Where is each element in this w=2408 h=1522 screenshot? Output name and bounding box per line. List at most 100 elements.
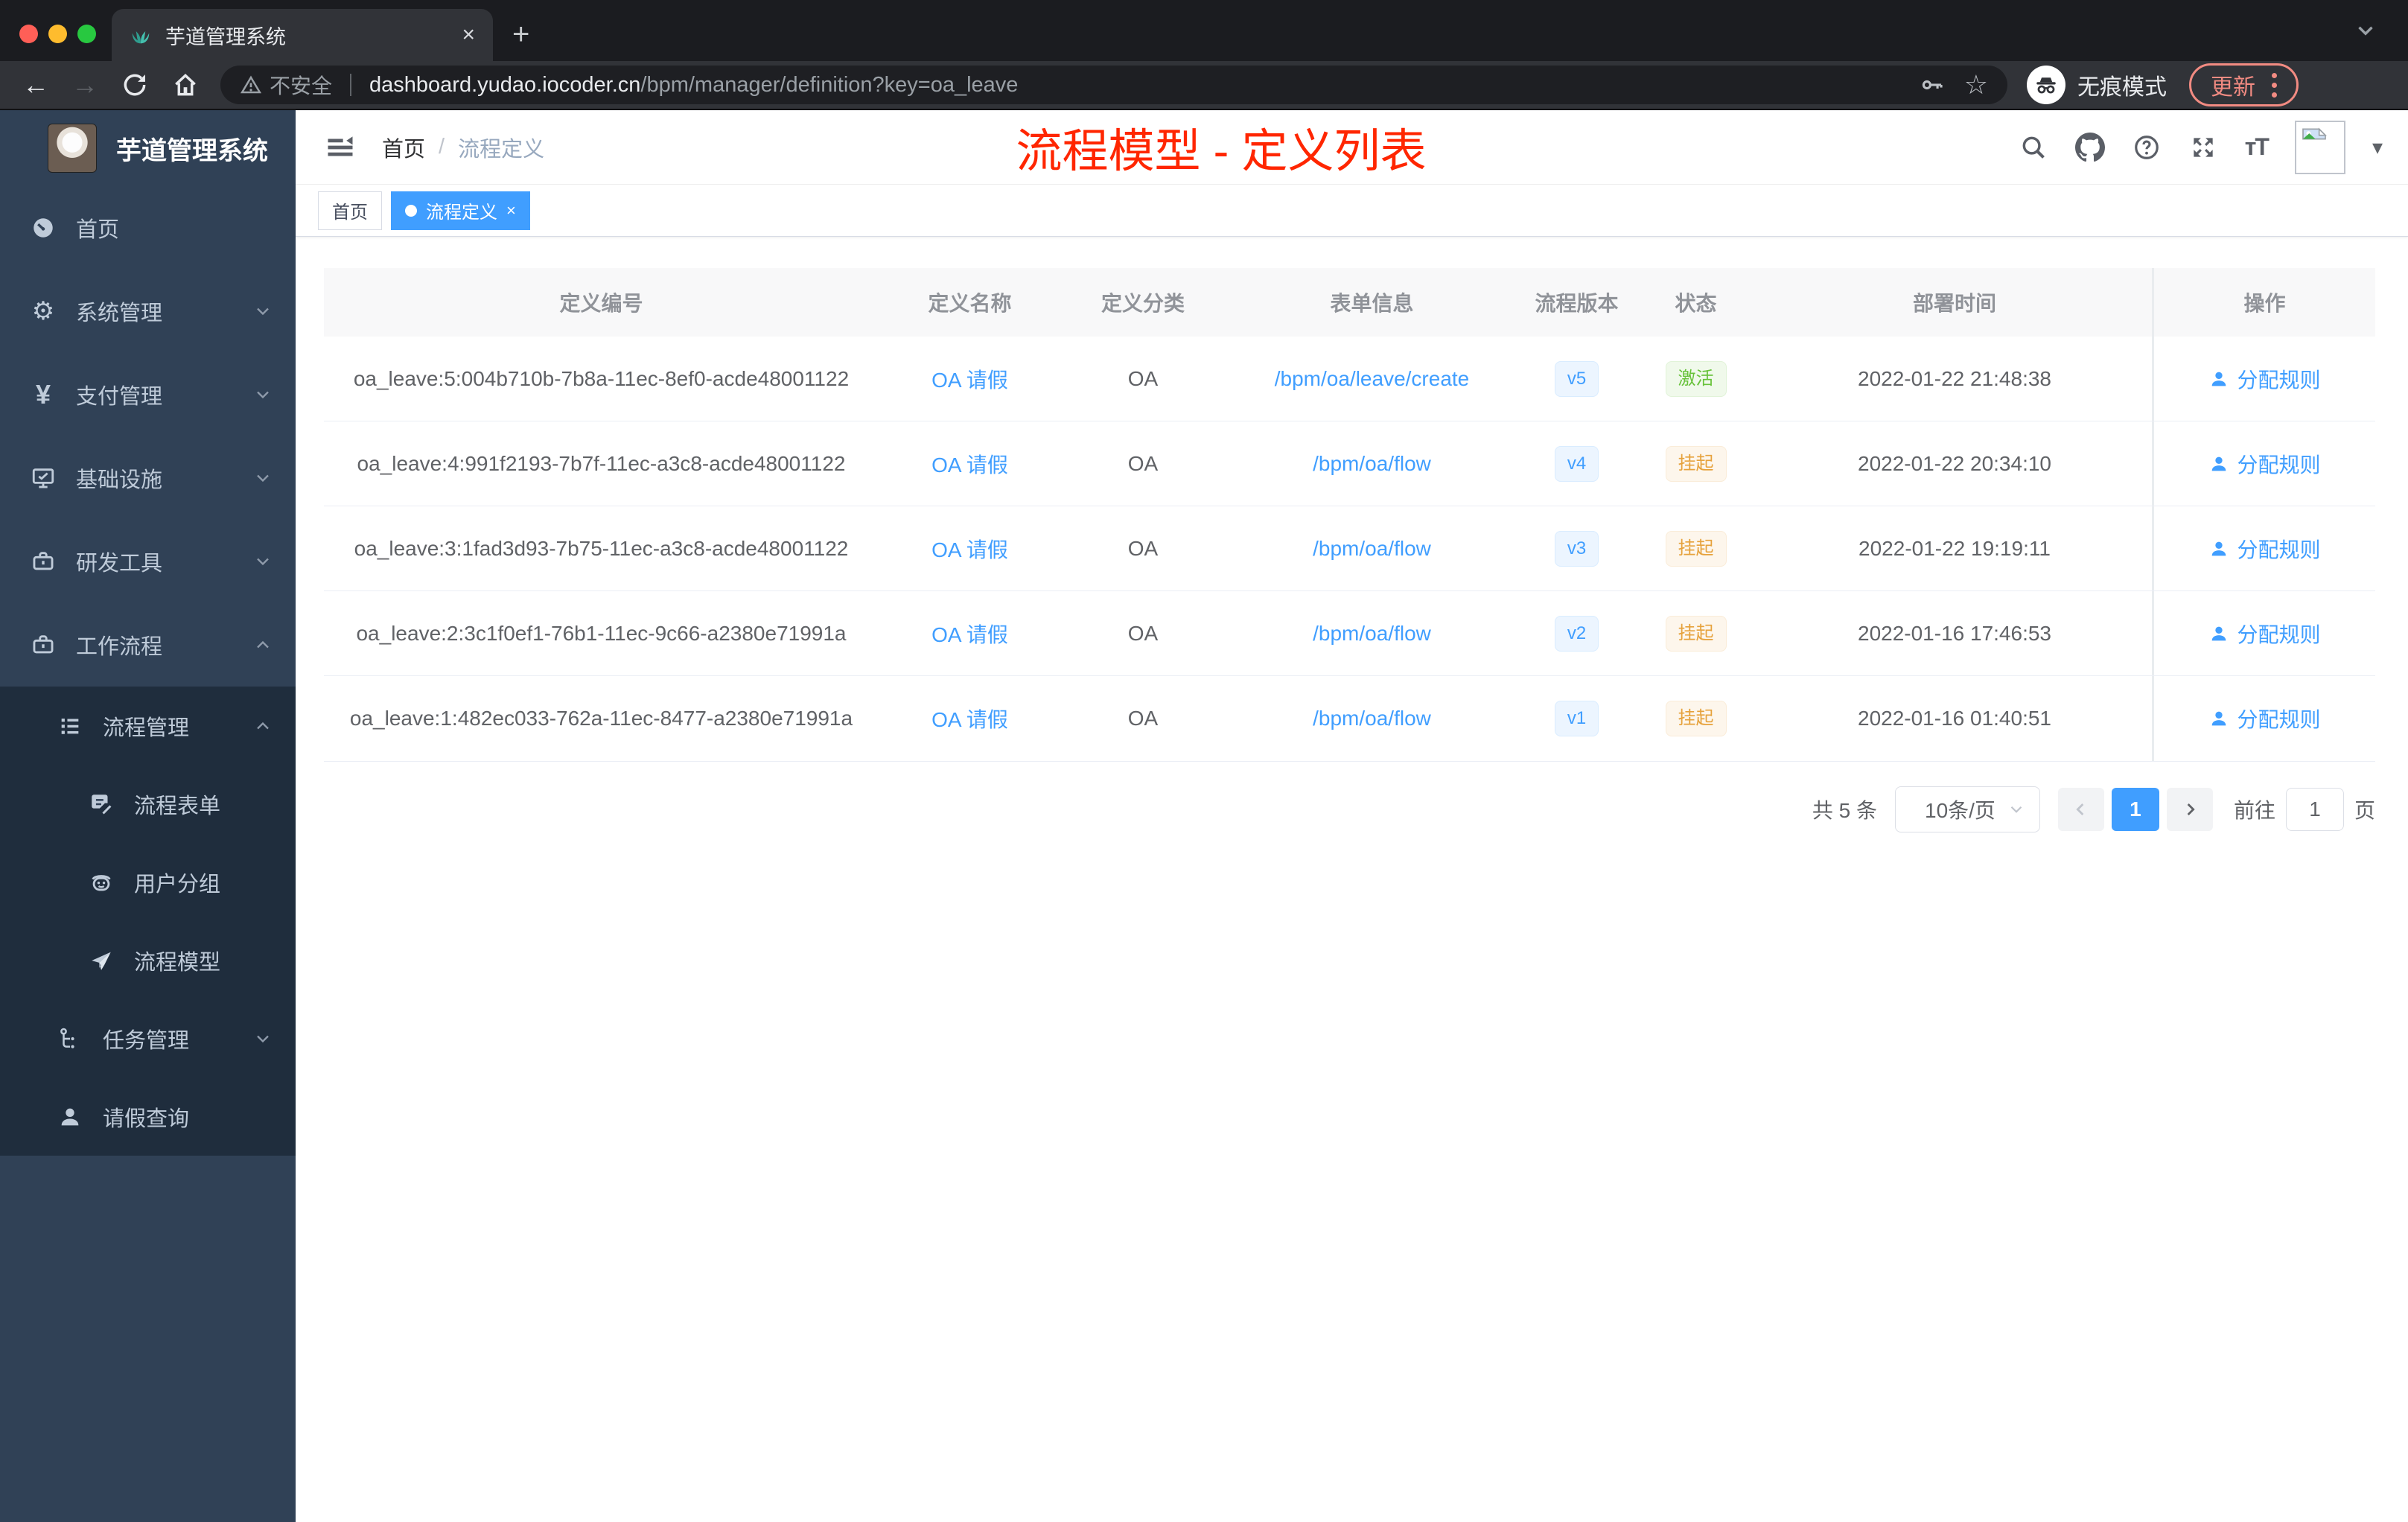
sidebar-item-process-management[interactable]: 流程管理 (0, 687, 296, 765)
assign-rule-button[interactable]: 分配规则 (2208, 704, 2321, 733)
app-logo-image (48, 124, 97, 173)
definition-id: oa_leave:1:482ec033-762a-11ec-8477-a2380… (349, 707, 853, 730)
form-link[interactable]: /bpm/oa/flow (1313, 707, 1431, 730)
tab-close-icon[interactable]: × (462, 22, 475, 48)
definition-category: OA (1127, 366, 1159, 390)
new-tab-button[interactable]: + (512, 19, 529, 49)
workflow-icon (30, 631, 57, 658)
workflow-submenu: 流程管理 流程表单 用户分组 流程模型 任务管理 请假查询 (0, 687, 296, 1156)
definition-name-link[interactable]: OA 请假 (931, 364, 1008, 394)
table-row: oa_leave:2:3c1f0ef1-76b1-11ec-9c66-a2380… (324, 591, 2375, 676)
definition-name-link[interactable]: OA 请假 (931, 449, 1008, 479)
user-icon (2212, 456, 2226, 471)
definition-category: OA (1127, 621, 1159, 645)
assign-rule-button[interactable]: 分配规则 (2208, 534, 2321, 564)
forward-icon[interactable]: → (71, 71, 98, 98)
dashboard-icon (30, 214, 57, 241)
sidebar-item-devtools[interactable]: 研发工具 (0, 520, 296, 603)
col-header-action: 操作 (2152, 268, 2375, 337)
sidebar-item-infra[interactable]: 基础设施 (0, 436, 296, 520)
font-size-icon[interactable]: тT (2245, 133, 2270, 161)
annotation-title: 流程模型 - 定义列表 (1016, 126, 1427, 177)
back-icon[interactable]: ← (22, 71, 49, 98)
active-dot (405, 204, 417, 217)
chevron-down-icon (257, 1035, 269, 1042)
definition-id: oa_leave:5:004b710b-7b8a-11ec-8ef0-acde4… (353, 366, 850, 390)
tag-process-definition[interactable]: 流程定义 × (391, 191, 530, 230)
sidebar-item-home[interactable]: 首页 (0, 186, 296, 270)
definition-name-link[interactable]: OA 请假 (931, 534, 1008, 564)
form-link[interactable]: /bpm/oa/flow (1313, 452, 1431, 476)
pagination-total: 共 5 条 (1812, 799, 1877, 822)
chevron-down-icon (2010, 806, 2022, 813)
form-link[interactable]: /bpm/oa/flow (1313, 537, 1431, 561)
sidebar-collapse-icon[interactable] (324, 131, 357, 164)
help-icon[interactable] (2132, 133, 2162, 162)
app-logo-row[interactable]: 芋道管理系统 (0, 110, 296, 186)
deploy-time: 2022-01-22 19:19:11 (1858, 536, 2051, 560)
minimize-window-button[interactable] (48, 25, 67, 43)
monitor-icon (30, 465, 57, 491)
paper-plane-icon (88, 947, 115, 974)
definition-name-link[interactable]: OA 请假 (931, 704, 1008, 733)
breadcrumb-separator: / (439, 135, 445, 159)
security-warning[interactable]: 不安全 (240, 70, 332, 100)
key-icon[interactable] (1920, 72, 1945, 98)
home-icon[interactable] (171, 71, 200, 99)
sidebar-item-process-model[interactable]: 流程模型 (0, 921, 296, 999)
next-page-button[interactable] (2166, 788, 2213, 831)
browser-tab[interactable]: 芋道管理系统 × (112, 9, 493, 61)
goto-page-input[interactable]: 1 (2285, 788, 2344, 831)
version-badge: v3 (1554, 530, 1599, 567)
sidebar-item-leave-query[interactable]: 请假查询 (0, 1077, 296, 1156)
github-icon[interactable] (2074, 132, 2105, 162)
user-icon (2212, 372, 2226, 386)
incognito-label: 无痕模式 (2077, 75, 2167, 100)
avatar[interactable] (2294, 120, 2345, 174)
sidebar-item-payment[interactable]: ¥ 支付管理 (0, 353, 296, 436)
tag-close-icon[interactable]: × (506, 201, 516, 220)
table-header-row: 定义编号 定义名称 定义分类 表单信息 流程版本 状态 部署时间 操作 (324, 268, 2375, 337)
breadcrumb-current: 流程定义 (458, 137, 545, 162)
tab-search-caret-icon[interactable] (2353, 18, 2378, 43)
prev-page-button[interactable] (2057, 788, 2104, 831)
fullscreen-icon[interactable] (2188, 133, 2218, 162)
address-bar[interactable]: 不安全 dashboard.yudao.iocoder.cn/bpm/manag… (220, 66, 2007, 104)
bookmark-star-icon[interactable]: ☆ (1964, 69, 1988, 101)
definition-category: OA (1127, 536, 1159, 560)
sidebar-item-process-form[interactable]: 流程表单 (0, 765, 296, 843)
zoom-window-button[interactable] (77, 25, 96, 43)
site-favicon (132, 31, 150, 44)
table-row: oa_leave:3:1fad3d93-7b75-11ec-a3c8-acde4… (324, 506, 2375, 591)
window-controls[interactable] (19, 25, 96, 43)
assign-rule-button[interactable]: 分配规则 (2208, 449, 2321, 479)
status-badge: 挂起 (1665, 615, 1727, 652)
form-link[interactable]: /bpm/oa/flow (1313, 622, 1431, 646)
sidebar-item-workflow[interactable]: 工作流程 (0, 603, 296, 687)
user-group-icon (88, 869, 115, 896)
screen: 芋道管理系统 × + ← → 不安全 dashboard.yudao.iocod… (0, 0, 2408, 1522)
url-text[interactable]: dashboard.yudao.iocoder.cn/bpm/manager/d… (369, 73, 1908, 98)
reload-icon[interactable] (121, 71, 149, 99)
browser-menu-icon[interactable] (2272, 72, 2277, 98)
form-link[interactable]: /bpm/oa/leave/create (1275, 367, 1470, 391)
deploy-time: 2022-01-22 21:48:38 (1858, 366, 2051, 390)
close-window-button[interactable] (19, 25, 38, 43)
page-number-active[interactable]: 1 (2111, 788, 2159, 831)
definition-name-link[interactable]: OA 请假 (931, 619, 1008, 649)
version-badge: v5 (1554, 360, 1599, 397)
user-icon (2212, 711, 2226, 726)
sidebar-item-system[interactable]: ⚙ 系统管理 (0, 270, 296, 353)
page-size-select[interactable]: 10条/页 (1894, 786, 2040, 832)
sidebar-item-task-management[interactable]: 任务管理 (0, 999, 296, 1077)
browser-update-button[interactable]: 更新 (2189, 63, 2299, 106)
chevron-up-icon (257, 722, 269, 729)
assign-rule-button[interactable]: 分配规则 (2208, 364, 2321, 394)
search-icon[interactable] (2019, 133, 2048, 162)
col-header: 状态 (1675, 292, 1717, 315)
assign-rule-button[interactable]: 分配规则 (2208, 619, 2321, 649)
tag-home[interactable]: 首页 (318, 191, 382, 230)
breadcrumb-home[interactable]: 首页 (382, 132, 425, 163)
sidebar-item-user-group[interactable]: 用户分组 (0, 843, 296, 921)
avatar-caret-icon[interactable]: ▾ (2372, 135, 2383, 159)
